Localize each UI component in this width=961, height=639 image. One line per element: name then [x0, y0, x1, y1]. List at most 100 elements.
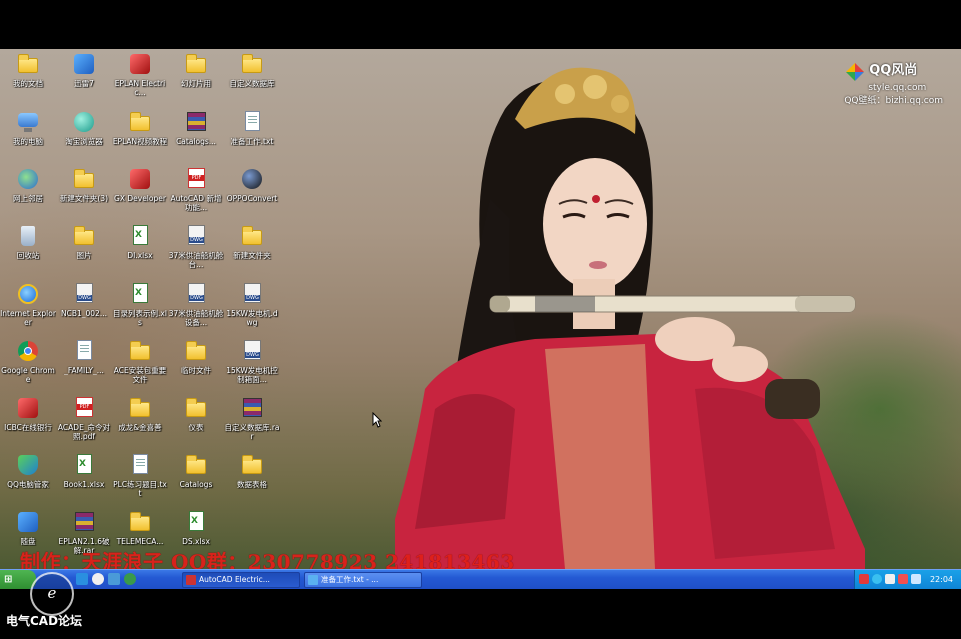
desktop-icon[interactable]: Book1.xlsx [56, 450, 112, 506]
tray-volume-icon[interactable] [885, 574, 895, 584]
desktop-icon-label: 临时文件 [181, 366, 211, 375]
folder-icon [184, 453, 208, 477]
desktop-icon[interactable]: 图片 [56, 221, 112, 277]
taskbar: ⊞ 开始 AutoCAD Electric... 准备工作.txt - ... … [0, 569, 961, 589]
desktop-icon[interactable]: 新建文件夹(3) [56, 164, 112, 220]
desktop-icon[interactable]: 数据表格 [224, 450, 280, 506]
system-tray: 22:04 [854, 570, 961, 589]
desktop-icon[interactable]: _FAMILY_... [56, 336, 112, 392]
desktop-icon-label: ACE安装包重要文件 [113, 366, 167, 384]
desktop-icon[interactable]: DI.xlsx [112, 221, 168, 277]
desktop-icon[interactable]: DWG NCB1_002... [56, 279, 112, 335]
wallpaper-figure [395, 67, 865, 569]
app-icon [16, 396, 40, 420]
task-autocad[interactable]: AutoCAD Electric... [182, 572, 300, 588]
desktop-icon-label: Catalogs [179, 480, 213, 489]
desktop-icon[interactable]: 淘宝浏览器 [56, 107, 112, 163]
desktop-icon[interactable]: EPLAN Electric... [112, 49, 168, 105]
quicklaunch-desktop-icon[interactable] [108, 573, 120, 585]
desktop-icon[interactable]: GX Developer [112, 164, 168, 220]
desktop[interactable]: QQ风尚 style.qq.com QQ壁纸：bizhi.qq.com 我的文档… [0, 49, 961, 569]
desktop-icon[interactable]: DWG 37米供油船机舱设备... [168, 279, 224, 335]
desktop-icon[interactable]: QQ电脑管家 [0, 450, 56, 506]
recycle-bin-icon [16, 224, 40, 248]
desktop-icon[interactable]: ICBC在线银行 [0, 393, 56, 449]
desktop-icon[interactable]: ACADE_命令对照.pdf [56, 393, 112, 449]
desktop-icon-label: 目录列表示例.xls [113, 309, 167, 327]
tray-security-icon[interactable] [859, 574, 869, 584]
folder-icon [240, 52, 264, 76]
task-notepad-label: 准备工作.txt - ... [321, 575, 379, 584]
app-icon [16, 510, 40, 534]
desktop-icon[interactable]: ACE安装包重要文件 [112, 336, 168, 392]
taskbar-clock[interactable]: 22:04 [930, 570, 953, 589]
desktop-icon-label: 自定义数据库 [229, 79, 275, 88]
dwg-file-icon: DWG [184, 224, 208, 248]
folder-icon [184, 339, 208, 363]
mouse-pointer-icon [372, 412, 382, 428]
desktop-icon-label: DI.xlsx [127, 251, 153, 260]
media-app-icon [240, 167, 264, 191]
qq-fashion-logo: QQ风尚 style.qq.com QQ壁纸：bizhi.qq.com [844, 59, 943, 106]
desktop-icon-label: 仪表 [188, 423, 204, 432]
desktop-icon[interactable]: 准备工作.txt [224, 107, 280, 163]
desktop-icon-label: 随盘 [20, 537, 36, 546]
desktop-icon[interactable]: DWG 15KW发电机.dwg [224, 279, 280, 335]
desktop-icon[interactable]: 自定义数据库 [224, 49, 280, 105]
folder-icon [128, 396, 152, 420]
quicklaunch-chrome-icon[interactable] [92, 573, 104, 585]
desktop-icon[interactable]: AutoCAD 新增功能... [168, 164, 224, 220]
browser-icon [72, 110, 96, 134]
task-autocad-label: AutoCAD Electric... [199, 575, 270, 584]
desktop-icon[interactable]: 幻灯片用 [168, 49, 224, 105]
desktop-icon[interactable]: 我的电脑 [0, 107, 56, 163]
desktop-icon[interactable]: 目录列表示例.xls [112, 279, 168, 335]
desktop-icon[interactable]: 成龙&金喜善 [112, 393, 168, 449]
desktop-icon[interactable]: 新建文件夹 [224, 221, 280, 277]
watermark-text: 制作：天涯浪子 QQ群：230778923 241813463 [20, 550, 515, 569]
desktop-icon-label: DS.xlsx [182, 537, 210, 546]
desktop-icon[interactable]: Google Chrome [0, 336, 56, 392]
desktop-icon[interactable]: 我的文档 [0, 49, 56, 105]
screen-frame: QQ风尚 style.qq.com QQ壁纸：bizhi.qq.com 我的文档… [0, 0, 961, 639]
text-document-icon [240, 110, 264, 134]
desktop-icon[interactable]: 网上邻居 [0, 164, 56, 220]
desktop-icon[interactable]: 回收站 [0, 221, 56, 277]
desktop-icon-label: 迅雷7 [74, 79, 94, 88]
desktop-icon[interactable]: DWG 15KW发电机控制箱面... [224, 336, 280, 392]
quicklaunch-app-icon[interactable] [124, 573, 136, 585]
desktop-icon[interactable]: Catalogs [168, 450, 224, 506]
desktop-icon-label: 新建文件夹 [233, 251, 271, 260]
qq-logo-title: QQ风尚 [869, 63, 918, 78]
desktop-icon-label: 新建文件夹(3) [59, 194, 109, 203]
desktop-icon[interactable]: DWG 37米供油船机舱台... [168, 221, 224, 277]
folder-icon [72, 224, 96, 248]
desktop-icon[interactable]: 迅雷7 [56, 49, 112, 105]
tray-ime-icon[interactable] [911, 574, 921, 584]
desktop-icon[interactable]: 临时文件 [168, 336, 224, 392]
desktop-icon[interactable]: Internet Explorer [0, 279, 56, 335]
tray-app-icon[interactable] [898, 574, 908, 584]
desktop-icon[interactable]: EPLAN视频教程 [112, 107, 168, 163]
task-notepad[interactable]: 准备工作.txt - ... [304, 572, 422, 588]
desktop-icon[interactable]: PLC练习题目.txt [112, 450, 168, 506]
desktop-icon[interactable]: 自定义数据库.rar [224, 393, 280, 449]
tray-network-icon[interactable] [872, 574, 882, 584]
desktop-icon-label: 自定义数据库.rar [224, 423, 280, 441]
quicklaunch-ie-icon[interactable] [76, 573, 88, 585]
desktop-icon-label: Internet Explorer [0, 309, 56, 327]
desktop-icon[interactable]: Catalogs... [168, 107, 224, 163]
desktop-icon[interactable]: 仪表 [168, 393, 224, 449]
pdf-file-icon [184, 167, 208, 191]
folder-icon [240, 224, 264, 248]
desktop-icon-label: 准备工作.txt [230, 137, 274, 146]
rar-archive-icon [72, 510, 96, 534]
desktop-icon-label: ACADE_命令对照.pdf [57, 423, 111, 441]
pdf-file-icon [72, 396, 96, 420]
desktop-icon-label: 成龙&金喜善 [118, 423, 162, 432]
desktop-icon-label: 淘宝浏览器 [65, 137, 103, 146]
desktop-icon[interactable]: OPPOConvert [224, 164, 280, 220]
qq-logo-sub: QQ壁纸：bizhi.qq.com [844, 95, 943, 106]
folder-icon [184, 396, 208, 420]
desktop-icon-label: 15KW发电机.dwg [226, 309, 278, 327]
